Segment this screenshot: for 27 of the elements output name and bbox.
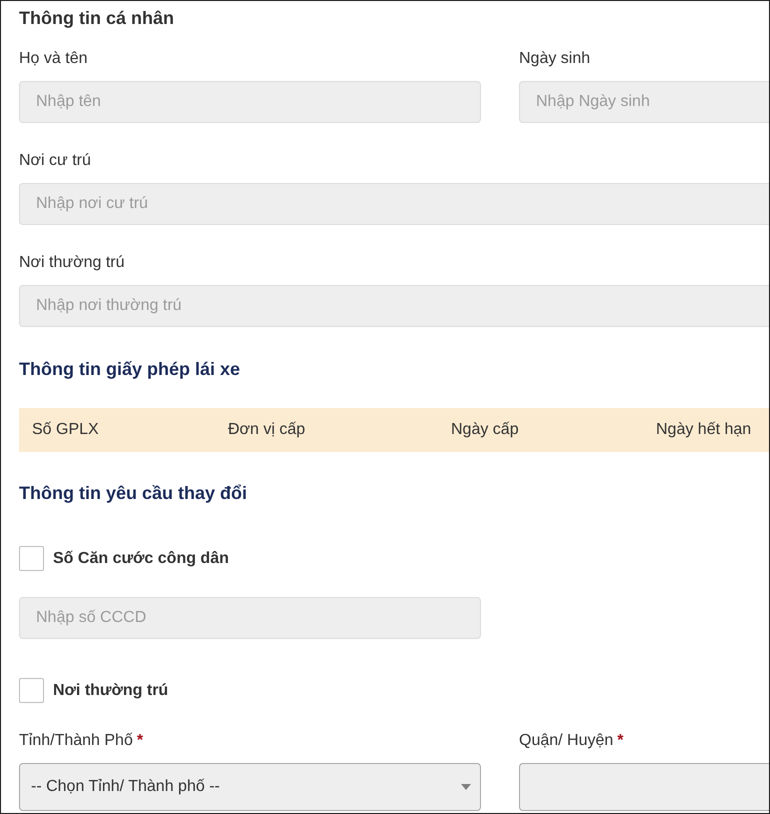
column-header: Ngày cấp	[451, 420, 519, 440]
dropdown[interactable]	[519, 763, 769, 811]
input-field[interactable]: Nhập số CCCD	[19, 597, 481, 639]
required-mark: *	[136, 731, 144, 751]
input-field[interactable]: Nhập tên	[19, 81, 481, 123]
section-title: Thông tin cá nhân	[19, 7, 174, 30]
input-field[interactable]: Nhập nơi thường trú	[19, 285, 769, 327]
field-label: Tỉnh/Thành Phố	[19, 731, 133, 751]
caret-icon	[461, 784, 471, 790]
field-label: Nơi thường trú	[19, 253, 125, 273]
checkbox-label: Nơi thường trú	[53, 680, 168, 700]
required-mark: *	[617, 731, 624, 751]
column-header: Đơn vị cấp	[228, 420, 306, 440]
checkbox[interactable]	[19, 678, 44, 703]
column-header: Số GPLX	[32, 420, 99, 440]
column-header: Ngày hết hạn	[656, 420, 752, 440]
input-field[interactable]: Nhập nơi cư trú	[19, 183, 769, 225]
field-label: Nơi cư trú	[19, 151, 91, 171]
field-label: Họ và tên	[19, 49, 88, 69]
dropdown[interactable]: -- Chọn Tỉnh/ Thành phố --	[19, 763, 481, 811]
field-label: Quận/ Huyện	[519, 731, 614, 751]
input-field[interactable]: Nhập Ngày sinh	[519, 81, 769, 123]
checkbox[interactable]	[19, 546, 44, 571]
checkbox-label: Số Căn cước công dân	[53, 548, 229, 568]
section-title: Thông tin yêu cầu thay đổi	[19, 482, 248, 505]
section-title: Thông tin giấy phép lái xe	[19, 358, 240, 381]
field-label: Ngày sinh	[519, 49, 590, 69]
